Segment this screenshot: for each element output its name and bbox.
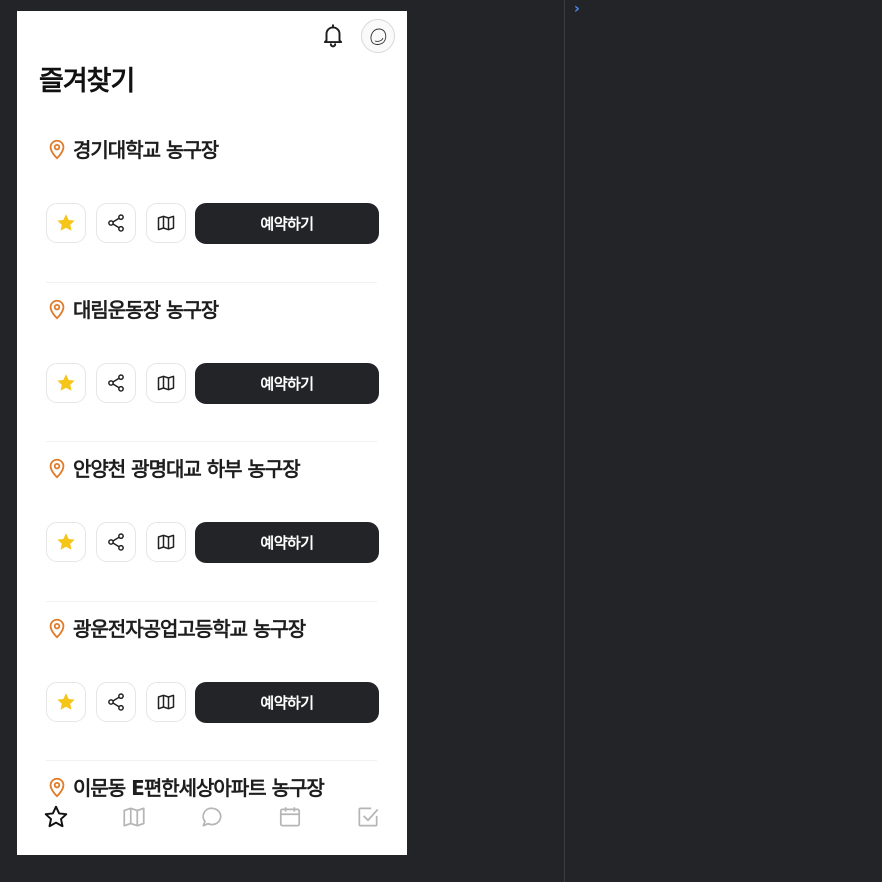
share-icon (108, 533, 124, 551)
share-button[interactable] (96, 681, 136, 722)
court-name[interactable]: 경기대학교 농구장 (73, 134, 219, 163)
mobile-app-screen: 즐겨찾기 경기대학교 농구장 예약하기 대림운동장 농구장 예약하기 안양천 광… (17, 11, 407, 855)
star-filled-icon (57, 692, 75, 710)
page-title: 즐겨찾기 (39, 66, 135, 97)
checkbox-icon (358, 807, 379, 827)
nav-item-map[interactable] (120, 803, 148, 831)
favorite-card: 대림운동장 농구장 예약하기 (17, 283, 407, 442)
map-button[interactable] (146, 362, 186, 403)
map-icon (123, 807, 145, 827)
share-button[interactable] (96, 522, 136, 562)
reserve-button[interactable]: 예약하기 (195, 522, 379, 563)
nav-item-favorites[interactable] (42, 803, 70, 831)
map-icon (157, 375, 175, 390)
share-icon (108, 373, 124, 392)
map-icon (157, 534, 175, 550)
reserve-button[interactable]: 예약하기 (195, 681, 379, 723)
court-name[interactable]: 이문동 E편한세상아파트 농구장 (73, 772, 325, 801)
map-button[interactable] (146, 681, 186, 722)
reserve-button[interactable]: 예약하기 (195, 203, 379, 244)
court-name[interactable]: 대림운동장 농구장 (73, 294, 219, 323)
court-name[interactable]: 안양천 광명대교 하부 농구장 (73, 453, 301, 482)
map-icon (157, 694, 175, 709)
map-icon (157, 215, 175, 231)
favorite-card: 광운전자공업고등학교 농구장 예약하기 (17, 602, 407, 761)
star-filled-icon (57, 533, 75, 550)
share-icon (108, 214, 124, 232)
favorite-toggle-button[interactable] (46, 681, 86, 722)
bell-icon[interactable] (320, 22, 346, 48)
court-name[interactable]: 광운전자공업고등학교 농구장 (73, 613, 306, 642)
location-pin-icon (49, 139, 65, 160)
calendar-icon (279, 807, 301, 827)
location-pin-icon (49, 618, 65, 638)
favorite-toggle-button[interactable] (46, 362, 86, 403)
chat-icon (202, 807, 222, 827)
favorite-card: 경기대학교 농구장 예약하기 (17, 123, 407, 283)
star-icon (44, 805, 68, 828)
chevron-right-icon[interactable]: › (574, 1, 580, 17)
top-bar (17, 11, 407, 61)
nav-item-tasks[interactable] (354, 803, 382, 831)
share-button[interactable] (96, 362, 136, 403)
devtools-divider (564, 0, 565, 882)
location-pin-icon (49, 777, 65, 798)
location-pin-icon (49, 299, 65, 319)
avatar[interactable] (361, 19, 395, 53)
favorite-toggle-button[interactable] (46, 522, 86, 562)
map-button[interactable] (146, 522, 186, 562)
share-button[interactable] (96, 203, 136, 243)
favorite-toggle-button[interactable] (46, 203, 86, 243)
star-filled-icon (57, 373, 75, 391)
share-icon (108, 692, 124, 711)
nav-item-calendar[interactable] (276, 803, 304, 831)
location-pin-icon (49, 458, 65, 479)
nav-item-chat[interactable] (198, 803, 226, 831)
bottom-nav (17, 799, 407, 855)
star-filled-icon (57, 214, 75, 231)
favorites-list: 경기대학교 농구장 예약하기 대림운동장 농구장 예약하기 안양천 광명대교 하… (17, 123, 407, 855)
avatar-doodle-icon (370, 28, 387, 45)
reserve-button[interactable]: 예약하기 (195, 362, 379, 404)
favorite-card: 안양천 광명대교 하부 농구장 예약하기 (17, 442, 407, 602)
map-button[interactable] (146, 203, 186, 243)
